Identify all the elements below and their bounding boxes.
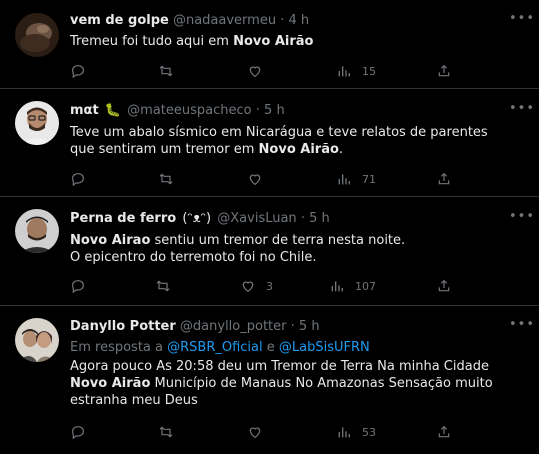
share-button[interactable]: [436, 61, 452, 81]
share-button[interactable]: [436, 422, 452, 442]
heart-icon: [242, 281, 254, 293]
timestamp[interactable]: 4 h: [289, 13, 310, 28]
view-count: 15: [362, 64, 376, 78]
author-handle[interactable]: @mateeuspacheco: [127, 103, 251, 118]
retweet-icon: [159, 65, 173, 77]
reply-icon: [72, 65, 84, 79]
view-count: 71: [362, 172, 376, 186]
separator-dot: ·: [280, 13, 285, 28]
share-button[interactable]: [436, 169, 452, 189]
separator-dot: ·: [290, 319, 295, 334]
avatar[interactable]: [15, 13, 59, 57]
author-name[interactable]: Perna de ferro: [70, 211, 176, 226]
views-button[interactable]: 71: [336, 169, 376, 189]
tweet-text: Agora pouco As 20:58 deu um Tremor de Te…: [70, 359, 493, 408]
author-handle[interactable]: @nadaavermeu: [173, 13, 276, 28]
heart-icon: [249, 66, 261, 78]
views-icon: [338, 427, 350, 438]
caterpillar-emoji: 🐛: [104, 103, 122, 118]
share-button[interactable]: [436, 276, 452, 296]
mention-link[interactable]: @RSBR_Oficial: [167, 340, 263, 355]
tweet[interactable]: Danyllo Potter @danyllo_potter · 5 h •••…: [0, 306, 539, 454]
avatar[interactable]: [15, 209, 59, 253]
share-icon: [438, 425, 450, 438]
share-icon: [438, 172, 450, 185]
share-icon: [438, 64, 450, 77]
share-icon: [438, 279, 450, 292]
more-icon[interactable]: •••: [509, 210, 534, 227]
view-count: 53: [362, 425, 376, 439]
views-button[interactable]: 15: [336, 61, 376, 81]
author-name[interactable]: vem de golpe: [70, 13, 169, 28]
reply-button[interactable]: [70, 169, 86, 189]
avatar[interactable]: [15, 101, 59, 145]
views-icon: [338, 66, 350, 77]
view-count: 107: [355, 279, 376, 293]
like-count: 3: [266, 279, 273, 293]
reply-button[interactable]: [70, 422, 86, 442]
retweet-icon: [159, 426, 173, 438]
author-handle[interactable]: @danyllo_potter: [180, 319, 287, 334]
heart-icon: [249, 174, 261, 186]
reply-button[interactable]: [70, 61, 86, 81]
mention-link[interactable]: @LabSisUFRN: [279, 340, 370, 355]
tweet-text: Tremeu foi tudo aqui em Novo Airão: [70, 34, 314, 49]
like-button[interactable]: 3: [240, 276, 273, 296]
author-name[interactable]: mαt: [70, 103, 99, 118]
more-icon[interactable]: •••: [509, 12, 534, 29]
retweet-icon: [159, 173, 173, 185]
tweet[interactable]: vem de golpe @nadaavermeu · 4 h ••• Trem…: [0, 0, 539, 89]
more-icon[interactable]: •••: [509, 318, 534, 335]
heart-icon: [249, 427, 261, 439]
tweet-text: Teve um abalo sísmico em Nicarágua e tev…: [70, 125, 488, 157]
timestamp[interactable]: 5 h: [299, 319, 320, 334]
timestamp[interactable]: 5 h: [264, 103, 285, 118]
reply-icon: [72, 280, 84, 294]
views-button[interactable]: 107: [329, 276, 376, 296]
views-icon: [338, 174, 350, 185]
retweet-button[interactable]: [158, 61, 174, 81]
reply-context: Em resposta a @RSBR_Oficial e @LabSisUFR…: [70, 340, 370, 355]
like-button[interactable]: [247, 169, 273, 189]
reply-button[interactable]: [70, 276, 86, 296]
more-icon[interactable]: •••: [509, 102, 534, 119]
retweet-button[interactable]: [158, 422, 174, 442]
tweet-text: Novo Airao sentiu um tremor de terra nes…: [70, 233, 406, 265]
views-button[interactable]: 53: [336, 422, 376, 442]
views-icon: [331, 281, 343, 292]
like-button[interactable]: [247, 61, 273, 81]
retweet-icon: [156, 280, 170, 292]
author-handle[interactable]: @XavisLuan: [217, 211, 296, 226]
face-emoticon: (ᵔᴥᵔ): [182, 211, 212, 226]
tweet[interactable]: Perna de ferro (ᵔᴥᵔ) @XavisLuan · 5 h ••…: [0, 197, 539, 306]
author-name[interactable]: Danyllo Potter: [70, 319, 176, 334]
reply-icon: [72, 173, 84, 187]
reply-icon: [72, 426, 84, 440]
retweet-button[interactable]: [155, 276, 171, 296]
separator-dot: ·: [300, 211, 305, 226]
retweet-button[interactable]: [158, 169, 174, 189]
avatar[interactable]: [15, 318, 59, 362]
like-button[interactable]: [247, 422, 273, 442]
timestamp[interactable]: 5 h: [309, 211, 330, 226]
separator-dot: ·: [255, 103, 260, 118]
tweet[interactable]: mαt 🐛 @mateeuspacheco · 5 h ••• Teve um …: [0, 89, 539, 197]
